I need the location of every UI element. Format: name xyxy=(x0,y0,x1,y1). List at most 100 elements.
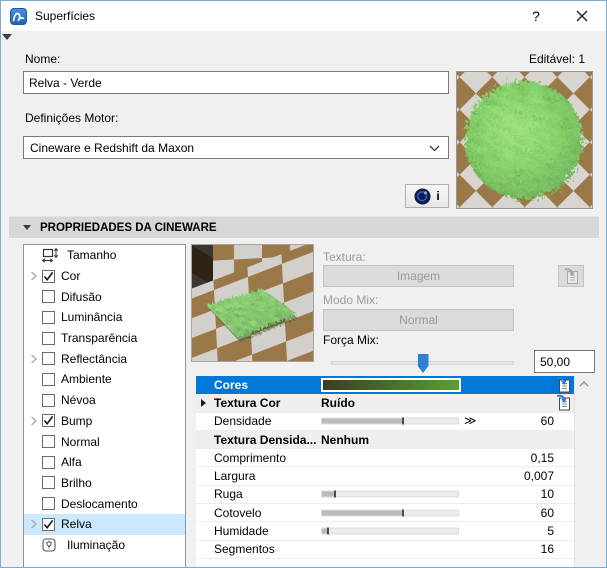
help-button[interactable]: ? xyxy=(519,1,553,31)
property-slider[interactable] xyxy=(321,418,459,425)
channel-item-brilho[interactable]: Brilho xyxy=(24,473,185,494)
channel-checkbox-normal[interactable] xyxy=(42,435,55,448)
engine-select-value: Cineware e Redshift da Maxon xyxy=(30,141,194,155)
channel-checkbox-transparencia[interactable] xyxy=(42,332,55,345)
slider-tick[interactable] xyxy=(402,418,404,425)
property-label: Textura Densida... xyxy=(214,433,316,447)
channel-item-nevoa[interactable]: Névoa xyxy=(24,390,185,411)
channel-label: Reflectância xyxy=(61,352,127,366)
table-scrollbar[interactable] xyxy=(574,376,593,568)
property-slider[interactable] xyxy=(321,528,459,535)
channel-label: Névoa xyxy=(61,393,96,407)
channel-checkbox-nevoa[interactable] xyxy=(42,394,55,407)
channel-checkbox-bump[interactable] xyxy=(42,414,55,427)
property-row-textura-cor[interactable]: Textura Cor Ruído xyxy=(196,394,574,412)
channel-item-transparencia[interactable]: Transparência xyxy=(24,328,185,349)
channel-item-tamanho[interactable]: Tamanho xyxy=(24,245,185,266)
property-label: Cores xyxy=(214,378,248,392)
section-header-cineware[interactable]: PROPRIEDADES DA CINEWARE xyxy=(9,216,599,238)
channel-item-luminancia[interactable]: Luminância xyxy=(24,307,185,328)
splitter-arrow-icon[interactable] xyxy=(2,34,12,40)
property-row-ruga[interactable]: Ruga10 xyxy=(196,486,574,504)
channel-item-bump[interactable]: Bump xyxy=(24,411,185,432)
lamp-icon xyxy=(42,538,56,552)
mix-strength-slider[interactable] xyxy=(331,353,514,373)
slider-thumb[interactable] xyxy=(418,354,429,373)
channel-item-deslocamento[interactable]: Deslocamento xyxy=(24,493,185,514)
editable-count: Editável: 1 xyxy=(529,52,585,66)
window-title: Superfícies xyxy=(35,9,95,23)
property-value[interactable]: 60 xyxy=(541,414,554,428)
property-label: Densidade xyxy=(214,414,271,428)
slider-tick[interactable] xyxy=(334,491,336,498)
mix-strength-input[interactable] xyxy=(534,350,595,373)
channel-item-reflectancia[interactable]: Reflectância xyxy=(24,348,185,369)
expand-triangle-icon[interactable] xyxy=(201,399,206,407)
channel-label: Deslocamento xyxy=(61,497,138,511)
property-value[interactable]: Ruído xyxy=(321,396,355,410)
property-row-cotovelo[interactable]: Cotovelo60 xyxy=(196,504,574,522)
property-value[interactable]: Nenhum xyxy=(321,433,369,447)
import-icon[interactable] xyxy=(556,376,571,393)
channel-checkbox-relva[interactable] xyxy=(42,518,55,531)
channel-item-ambiente[interactable]: Ambiente xyxy=(24,369,185,390)
channel-item-iluminacao[interactable]: Iluminação xyxy=(24,535,185,556)
slider-tick[interactable] xyxy=(402,509,404,516)
gradient-bar[interactable] xyxy=(321,378,461,392)
expand-chevron[interactable] xyxy=(26,271,42,281)
import-icon[interactable] xyxy=(556,394,571,411)
expand-chevron[interactable] xyxy=(26,416,42,426)
channel-checkbox-ambiente[interactable] xyxy=(42,373,55,386)
channel-checkbox-cor[interactable] xyxy=(42,270,55,283)
property-label: Comprimento xyxy=(214,451,286,465)
channel-item-relva[interactable]: Relva xyxy=(24,514,185,535)
property-row-densidade[interactable]: Densidade ≫ 60 xyxy=(196,413,574,431)
cinema4d-icon xyxy=(414,188,431,205)
slider-tick[interactable] xyxy=(327,528,329,535)
name-input[interactable] xyxy=(23,71,449,94)
material-preview[interactable] xyxy=(456,71,593,209)
property-value[interactable]: 5 xyxy=(547,524,554,538)
engine-select[interactable]: Cineware e Redshift da Maxon xyxy=(23,136,449,159)
property-row-comprimento[interactable]: Comprimento 0,15 xyxy=(196,449,574,467)
name-label: Nome: xyxy=(25,52,60,66)
channel-checkbox-difusao[interactable] xyxy=(42,290,55,303)
channel-item-difusao[interactable]: Difusão xyxy=(24,286,185,307)
property-slider[interactable] xyxy=(321,491,459,498)
expand-chevron[interactable] xyxy=(26,354,42,364)
property-slider[interactable] xyxy=(321,509,459,516)
property-row-largura[interactable]: Largura0,007 xyxy=(196,467,574,485)
c4d-info-button[interactable]: i xyxy=(405,184,449,208)
property-label: Textura Cor xyxy=(214,396,280,410)
collapse-triangle-icon xyxy=(23,225,31,230)
channel-checkbox-luminancia[interactable] xyxy=(42,311,55,324)
channel-label: Tamanho xyxy=(67,248,116,262)
overflow-chevron-icon[interactable]: ≫ xyxy=(464,414,477,428)
property-row-textura-densida[interactable]: Textura Densida... Nenhum xyxy=(196,431,574,449)
property-value[interactable]: 0,15 xyxy=(531,451,554,465)
checkmark-icon xyxy=(43,271,54,282)
lamp-icon xyxy=(42,538,61,552)
property-row-humidade[interactable]: Humidade5 xyxy=(196,522,574,540)
channel-checkbox-reflectancia[interactable] xyxy=(42,352,55,365)
channel-item-normal[interactable]: Normal xyxy=(24,431,185,452)
property-value[interactable]: 0,007 xyxy=(524,469,554,483)
channel-item-alfa[interactable]: Alfa xyxy=(24,452,185,473)
close-button[interactable] xyxy=(561,1,603,31)
scroll-up-icon[interactable] xyxy=(579,381,589,387)
property-value[interactable]: 10 xyxy=(541,487,554,501)
texture-image-button: Imagem xyxy=(323,265,514,287)
channel-label: Cor xyxy=(61,269,80,283)
property-row-segmentos[interactable]: Segmentos16 xyxy=(196,541,574,559)
channel-checkbox-deslocamento[interactable] xyxy=(42,497,55,510)
property-row-cores[interactable]: Cores xyxy=(196,376,574,394)
channel-label: Bump xyxy=(61,414,92,428)
channel-item-cor[interactable]: Cor xyxy=(24,266,185,287)
channel-checkbox-brilho[interactable] xyxy=(42,476,55,489)
property-value[interactable]: 16 xyxy=(541,542,554,556)
channel-checkbox-alfa[interactable] xyxy=(42,456,55,469)
c4d-info-label: i xyxy=(436,189,439,203)
expand-chevron[interactable] xyxy=(26,519,42,529)
property-value[interactable]: 60 xyxy=(541,506,554,520)
cineware-preview xyxy=(191,244,314,362)
